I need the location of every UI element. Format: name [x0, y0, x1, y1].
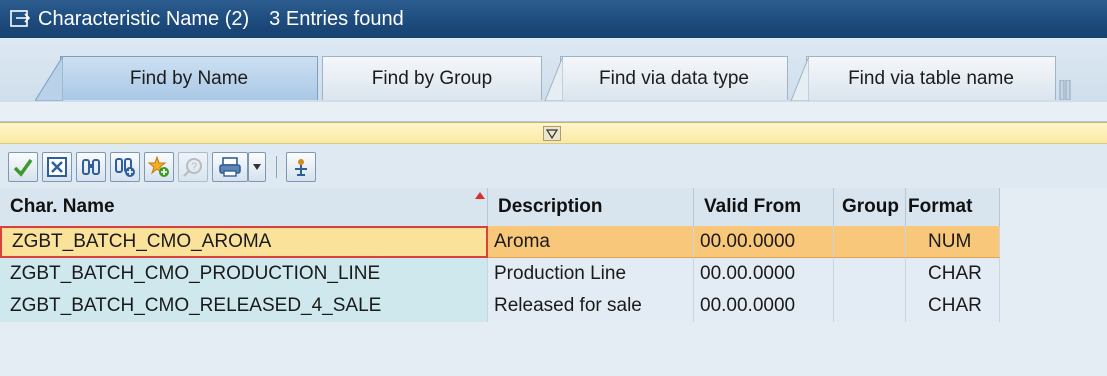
column-header-label: Format [908, 196, 973, 217]
column-header-group[interactable]: Group [834, 188, 906, 226]
cell-description[interactable]: Aroma [488, 226, 694, 258]
cancel-icon [47, 157, 67, 177]
tab-find-by-group[interactable]: Find by Group [322, 56, 542, 100]
tab-find-via-table-name[interactable]: Find via table name [790, 56, 1056, 101]
cell-format[interactable]: CHAR [906, 258, 1000, 290]
cancel-button[interactable] [42, 152, 72, 182]
tab-edge [535, 56, 563, 101]
chevron-down-icon [253, 164, 261, 170]
toolbar-separator [276, 156, 277, 178]
cell-group[interactable] [834, 258, 906, 290]
continue-icon [13, 158, 33, 177]
dialog-title-bar: Characteristic Name (2) 3 Entries found [0, 0, 1107, 38]
dialog-icon [10, 10, 32, 28]
cell-valid-from[interactable]: 00.00.0000 [694, 290, 834, 322]
sort-ascending-icon [475, 192, 485, 199]
tab-label: Find via data type [599, 67, 749, 89]
cell-description[interactable]: Production Line [488, 258, 694, 290]
tab-edge [781, 56, 809, 101]
entries-count: 3 Entries found [269, 7, 404, 30]
tab-find-by-name[interactable]: Find by Name [35, 56, 318, 101]
cell-char-name[interactable]: ZGBT_BATCH_CMO_RELEASED_4_SALE [0, 290, 488, 322]
continue-button[interactable] [8, 152, 38, 182]
table-row[interactable]: ZGBT_BATCH_CMO_AROMA Aroma 00.00.0000 NU… [0, 226, 1000, 258]
tab-edge [35, 56, 63, 101]
print-dropdown-button[interactable] [248, 152, 266, 182]
column-header-label: Group [842, 196, 899, 217]
cell-format[interactable]: CHAR [906, 290, 1000, 322]
print-button[interactable] [212, 152, 248, 182]
personal-list-icon [295, 159, 307, 176]
tab-label: Find via table name [848, 67, 1014, 89]
tab-find-via-data-type[interactable]: Find via data type [544, 56, 788, 101]
expand-criteria-button[interactable] [543, 126, 561, 141]
find-next-button[interactable] [110, 152, 140, 182]
tab-label: Find by Name [129, 67, 249, 89]
dialog-title: Characteristic Name (2) [38, 7, 250, 30]
find-button[interactable] [76, 152, 106, 182]
find-next-icon [115, 158, 135, 177]
svg-text:?: ? [191, 161, 197, 173]
column-header-label: Description [498, 196, 603, 217]
selection-criteria-bar [0, 122, 1107, 144]
tab-scroll-handle[interactable] [1058, 79, 1078, 101]
cell-valid-from[interactable]: 00.00.0000 [694, 226, 834, 258]
cell-group[interactable] [834, 290, 906, 322]
column-header-valid-from[interactable]: Valid From [694, 188, 834, 226]
cell-valid-from[interactable]: 00.00.0000 [694, 258, 834, 290]
cell-description[interactable]: Released for sale [488, 290, 694, 322]
tab-content-separator [0, 102, 1107, 122]
column-header-description[interactable]: Description [488, 188, 694, 226]
table-row[interactable]: ZGBT_BATCH_CMO_PRODUCTION_LINE Productio… [0, 258, 1000, 290]
cell-format[interactable]: NUM [906, 226, 1000, 258]
tab-label: Find by Group [371, 67, 493, 89]
column-header-char-name[interactable]: Char. Name [0, 188, 488, 226]
column-header-label: Char. Name [10, 196, 115, 217]
cell-char-name[interactable]: ZGBT_BATCH_CMO_PRODUCTION_LINE [0, 258, 488, 290]
table-header: Char. Name Description Valid From Group … [0, 188, 1000, 226]
find-icon [82, 159, 100, 175]
triangle-down-icon [546, 128, 558, 139]
new-entry-icon [148, 156, 169, 177]
column-header-format[interactable]: Format [906, 188, 1000, 226]
help-button[interactable]: ? [178, 152, 208, 182]
search-tabs: Find by Name Find by Group Find via data… [0, 38, 1107, 102]
result-toolbar: ? [0, 144, 1107, 188]
cell-group[interactable] [834, 226, 906, 258]
cell-char-name[interactable]: ZGBT_BATCH_CMO_AROMA [0, 226, 488, 258]
table-row[interactable]: ZGBT_BATCH_CMO_RELEASED_4_SALE Released … [0, 290, 1000, 322]
print-icon [219, 157, 241, 177]
new-entry-button[interactable] [144, 152, 174, 182]
help-icon: ? [183, 158, 202, 177]
column-header-label: Valid From [704, 196, 802, 217]
personal-list-button[interactable] [286, 152, 316, 182]
